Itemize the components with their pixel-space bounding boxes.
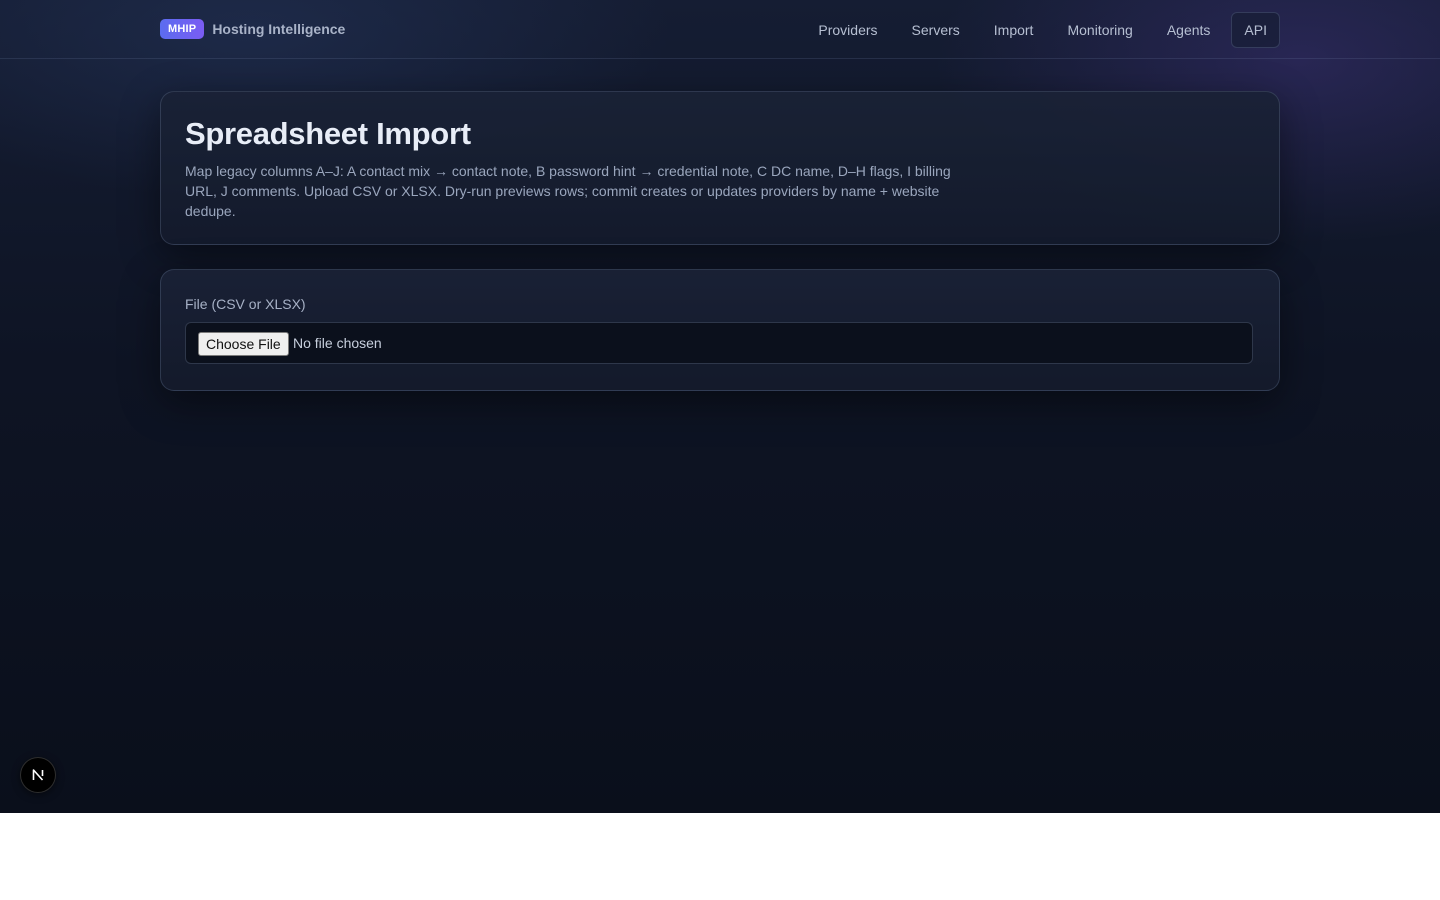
nav-agents[interactable]: Agents [1154, 12, 1224, 48]
choose-file-button[interactable]: Choose File [198, 332, 289, 356]
nav-servers[interactable]: Servers [899, 12, 973, 48]
file-field-label: File (CSV or XLSX) [185, 296, 306, 312]
brand-name: Hosting Intelligence [212, 21, 346, 37]
page-title: Spreadsheet Import [185, 116, 471, 151]
brand[interactable]: MHIP Hosting Intelligence [160, 19, 345, 39]
top-navigation-bar: MHIP Hosting Intelligence Providers Serv… [0, 0, 1440, 59]
file-status-text: No file chosen [293, 335, 382, 351]
app-root: MHIP Hosting Intelligence Providers Serv… [0, 0, 1440, 813]
nextjs-logo-icon [32, 769, 44, 781]
page-description: Map legacy columns A–J: A contact mix → … [185, 163, 951, 219]
file-input[interactable]: Choose File No file chosen [185, 322, 1253, 364]
main-nav: Providers Servers Import Monitoring Agen… [797, 12, 1280, 48]
nav-import[interactable]: Import [981, 12, 1047, 48]
import-intro-card: Spreadsheet Import Map legacy columns A–… [160, 91, 1280, 245]
nav-providers[interactable]: Providers [805, 12, 890, 48]
nextjs-dev-indicator[interactable] [20, 757, 56, 793]
nav-api[interactable]: API [1231, 12, 1280, 48]
nav-monitoring[interactable]: Monitoring [1054, 12, 1145, 48]
brand-badge: MHIP [160, 19, 205, 39]
file-upload-card: File (CSV or XLSX) Choose File No file c… [160, 269, 1280, 391]
